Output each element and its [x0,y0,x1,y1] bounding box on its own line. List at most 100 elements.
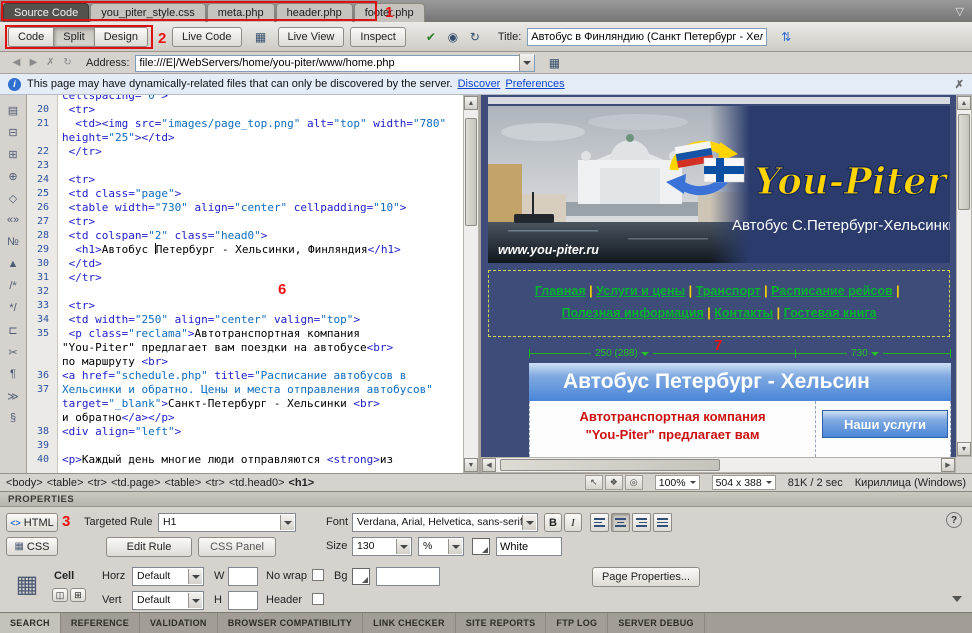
split-cell-button[interactable]: ⊞ [70,588,86,602]
code-line-text[interactable]: <p class="reclama">Автотранспортная комп… [53,327,360,341]
size-unit-select[interactable]: % [418,537,464,556]
promo-cell[interactable]: Автотранспортная компания "You-Piter" пр… [530,401,816,457]
source-code-tab[interactable]: Source Code [3,3,89,22]
align-justify-button[interactable] [653,513,672,532]
nav-link[interactable]: Полезная информация [561,306,703,320]
balance-braces-icon[interactable]: «» [3,209,24,231]
css-mode-button[interactable]: ▦ CSS [6,537,58,556]
tag-selector-tr[interactable]: <tr> [205,477,225,489]
file-management-icon[interactable]: ⇅ [775,27,797,47]
size-select[interactable]: 130 [352,537,412,556]
live-code-button[interactable]: Live Code [172,27,242,47]
code-scroll-thumb[interactable] [465,118,477,226]
close-info-bar-icon[interactable]: ✗ [955,78,964,91]
address-input[interactable] [135,55,535,72]
select-parent-tag-icon[interactable]: ◇ [3,187,24,209]
scroll-down-icon[interactable]: ▼ [957,442,971,456]
code-line-text[interactable]: </tr> [53,271,102,285]
code-line-text[interactable]: <table width="730" align="center" cellpa… [53,201,406,215]
text-color-input[interactable] [496,537,562,556]
panel-tab-search[interactable]: SEARCH [0,613,61,633]
italic-button[interactable]: I [564,513,582,532]
discover-link[interactable]: Discover [458,78,501,90]
tag-selector-h1[interactable]: <h1> [289,477,315,489]
panel-tab-validation[interactable]: VALIDATION [140,613,218,633]
check-browser-compatibility-icon[interactable]: ✔ [420,27,442,47]
header-checkbox[interactable] [312,593,324,605]
nav-link[interactable]: Расписание рейсов [771,284,893,298]
code-line-text[interactable]: height="25"></td> [53,131,175,145]
code-line-text[interactable]: Хельсинки и обратно. Цены и места отправ… [53,383,433,397]
no-wrap-checkbox[interactable] [312,569,324,581]
code-line-text[interactable]: <td class="page"> [53,187,181,201]
select-tool-icon[interactable]: ↖ [585,475,603,490]
code-line-text[interactable]: <h1>Автобус Петербург - Хельсинки, Финля… [53,243,401,257]
font-select[interactable]: Verdana, Arial, Helvetica, sans-serif [352,513,538,532]
apply-comment-icon[interactable]: /* [3,275,24,297]
code-line-text[interactable]: cellspacing="0"> [53,95,168,103]
refresh-design-view-icon[interactable]: ↻ [464,27,486,47]
align-center-button[interactable] [611,513,630,532]
code-line-text[interactable]: <tr> [53,103,95,117]
file-tab-you_piter_style.css[interactable]: you_piter_style.css [90,3,206,22]
collapse-full-tag-icon[interactable]: ⊟ [3,121,24,143]
bg-color-swatch[interactable] [352,568,370,585]
code-line-text[interactable]: <td><img src="images/page_top.png" alt="… [53,117,446,131]
hand-tool-icon[interactable]: ❖ [605,475,623,490]
magnification-dropdown[interactable]: 100% [655,475,700,490]
refresh-icon[interactable]: ↻ [59,55,76,71]
column-width-menu[interactable]: 250 (288) [591,347,653,360]
code-line-text[interactable] [53,285,62,299]
nav-link[interactable]: Услуги и цены [596,284,685,298]
nav-link[interactable]: Главная [535,284,586,298]
panel-tab-server-debug[interactable]: SERVER DEBUG [608,613,704,633]
stop-icon[interactable]: ✗ [42,55,59,71]
help-icon[interactable]: ? [946,512,962,528]
cell-width-input[interactable] [228,567,258,586]
split-view-button[interactable]: Split [53,27,94,47]
bg-color-input[interactable] [376,567,440,586]
table-width-bar[interactable]: 250 (288) 730 [529,347,951,360]
address-dropdown-icon[interactable] [519,54,534,71]
panel-tab-browser-compatibility[interactable]: BROWSER COMPATIBILITY [218,613,363,633]
code-scrollbar[interactable]: ▲ ▼ [463,95,479,473]
code-line-text[interactable]: по маршруту <br> [53,355,168,369]
code-line-text[interactable]: и обратно</a></p> [53,411,175,425]
site-banner[interactable]: You-Piter Автобус С.Петербург-Хельсинки … [488,106,950,263]
tag-selector-tr[interactable]: <tr> [87,477,107,489]
services-header[interactable]: Наши услуги [822,410,948,438]
file-tab-header.php[interactable]: header.php [276,3,353,22]
forward-icon[interactable]: ▶ [25,55,42,71]
code-line-text[interactable] [53,159,62,173]
horz-select[interactable]: Default [132,567,204,586]
bold-button[interactable]: B [544,513,562,532]
live-view-options-icon[interactable]: ▦ [250,27,272,47]
panel-tab-site-reports[interactable]: SITE REPORTS [456,613,547,633]
tag-selector-table[interactable]: <table> [47,477,84,489]
back-icon[interactable]: ◀ [8,55,25,71]
remove-comment-icon[interactable]: */ [3,297,24,319]
design-view[interactable]: You-Piter Автобус С.Петербург-Хельсинки … [481,95,972,473]
address-options-icon[interactable]: ▦ [543,53,565,73]
tag-selector-td.page[interactable]: <td.page> [111,477,161,489]
nav-link[interactable]: Гостевая книга [784,306,877,320]
scroll-right-icon[interactable]: ▶ [941,458,955,472]
code-line-text[interactable]: <tr> [53,215,95,229]
recent-snippets-icon[interactable]: ✂ [3,341,24,363]
align-left-button[interactable] [590,513,609,532]
filter-related-files-icon[interactable]: ▽ [956,5,964,18]
code-line-text[interactable] [53,439,62,453]
design-vscroll-thumb[interactable] [958,114,970,210]
page-heading[interactable]: Автобус Петербург - Хельсин [529,363,951,401]
collapse-selection-icon[interactable]: ⊞ [3,143,24,165]
preview-in-browser-icon[interactable]: ◉ [442,27,464,47]
scroll-left-icon[interactable]: ◀ [482,458,496,472]
scroll-down-icon[interactable]: ▼ [464,458,478,472]
tag-selector-body[interactable]: <body> [6,477,43,489]
highlight-invalid-code-icon[interactable]: ▲ [3,253,24,275]
merge-cells-button[interactable]: ◫ [52,588,68,602]
indent-code-icon[interactable]: ≫ [3,385,24,407]
file-tab-meta.php[interactable]: meta.php [207,3,275,22]
code-line-text[interactable]: <a href="schedule.php" title="Расписание… [53,369,406,383]
tag-selector-td.head0[interactable]: <td.head0> [229,477,285,489]
